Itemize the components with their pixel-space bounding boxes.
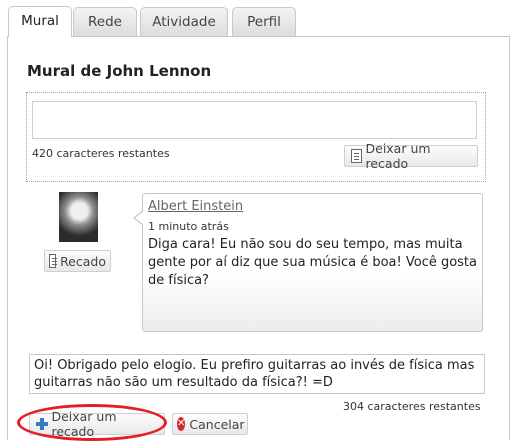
reply-input[interactable]: Oi! Obrigado pelo elogio. Eu prefiro gui…	[29, 354, 485, 394]
post-message-button[interactable]: Deixar um recado	[344, 141, 478, 171]
recado-label: Recado	[60, 253, 106, 269]
tab-atividade[interactable]: Atividade	[140, 7, 228, 36]
tab-mural[interactable]: Mural	[8, 6, 72, 37]
post-timestamp: 1 minuto atrás	[148, 220, 229, 233]
document-icon	[49, 254, 57, 268]
post-message-label: Deixar um recado	[365, 141, 431, 171]
tab-rede[interactable]: Rede	[73, 7, 137, 36]
message-text: Diga cara! Eu não sou do seu tempo, mas …	[148, 237, 477, 288]
cancel-label: Cancelar	[189, 416, 245, 432]
cancel-icon: ✕	[177, 417, 186, 431]
recado-button[interactable]: Recado	[44, 250, 111, 272]
tab-perfil[interactable]: Perfil	[232, 7, 296, 36]
document-icon	[351, 149, 362, 163]
avatar[interactable]	[59, 192, 98, 242]
page-title: Mural de John Lennon	[27, 62, 212, 80]
new-message-input[interactable]	[32, 101, 477, 139]
tab-bar: Mural Rede Atividade Perfil	[0, 0, 512, 37]
highlight-ring	[17, 404, 167, 441]
bubble-pointer	[133, 210, 144, 226]
reply-char-counter: 304 caracteres restantes	[343, 400, 481, 413]
author-link[interactable]: Albert Einstein	[148, 199, 243, 214]
cancel-button[interactable]: ✕ Cancelar	[172, 413, 248, 435]
composer-char-counter: 420 caracteres restantes	[32, 147, 170, 160]
